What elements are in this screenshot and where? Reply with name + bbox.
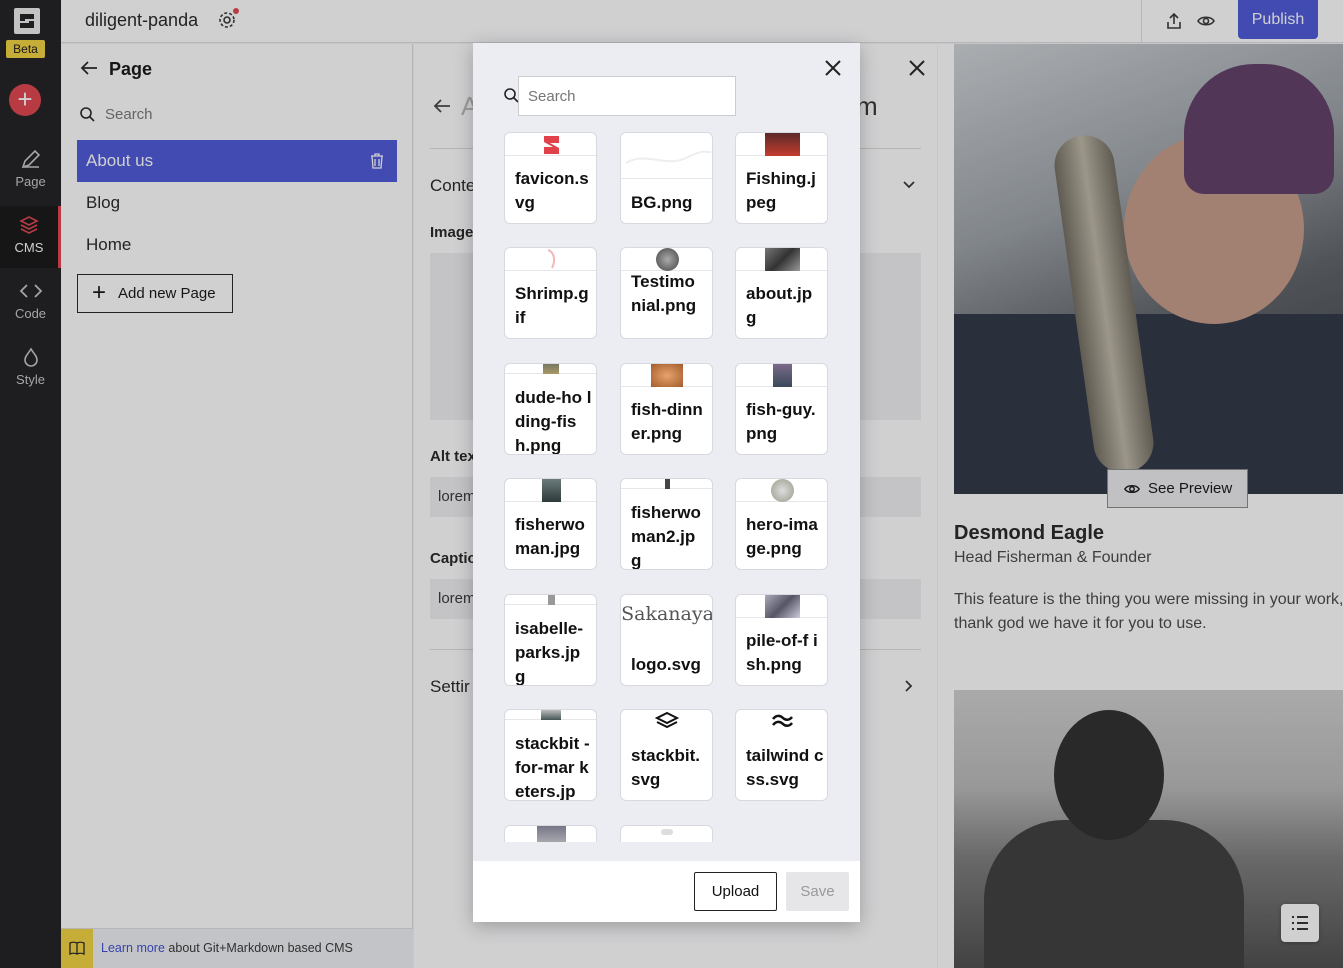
asset-name: stackbit. svg: [631, 746, 700, 789]
close-icon[interactable]: [823, 58, 843, 78]
asset-card[interactable]: Fishing.j peg: [735, 132, 828, 224]
asset-card[interactable]: stackbit. svg: [620, 709, 713, 801]
asset-card[interactable]: fish-dinn er.png: [620, 363, 713, 455]
asset-search-input[interactable]: [518, 76, 736, 116]
asset-thumbnail: [505, 710, 596, 720]
asset-card[interactable]: fish-guy. png: [735, 363, 828, 455]
asset-thumbnail: [736, 595, 827, 618]
asset-card[interactable]: Sakanaya logo.svg: [620, 594, 713, 686]
asset-card[interactable]: pile-of-f ish.png: [735, 594, 828, 686]
asset-thumbnail: [736, 479, 827, 502]
asset-name: dude-ho lding-fis h.png: [515, 388, 592, 455]
asset-thumbnail: [621, 364, 712, 387]
asset-thumbnail: [736, 248, 827, 271]
asset-name: pile-of-f ish.png: [746, 631, 818, 674]
asset-thumbnail: [621, 710, 712, 733]
asset-name: Fishing.j peg: [746, 169, 816, 212]
asset-thumbnail: [505, 479, 596, 502]
asset-name: fish-dinn er.png: [631, 400, 703, 443]
asset-thumbnail: [505, 595, 596, 605]
asset-name: Shrimp.g if: [515, 284, 589, 327]
search-icon: [504, 88, 519, 103]
asset-card[interactable]: isabelle- parks.jp g: [504, 594, 597, 686]
asset-thumbnail: [505, 364, 596, 374]
asset-card[interactable]: fisherwo man2.jp g: [620, 478, 713, 570]
asset-thumbnail: [621, 248, 712, 271]
asset-name: fisherwo man.jpg: [515, 515, 585, 558]
asset-thumbnail: [621, 133, 712, 179]
asset-card[interactable]: BG.png: [620, 132, 713, 224]
asset-card[interactable]: [620, 825, 713, 842]
asset-card[interactable]: hero-ima ge.png: [735, 478, 828, 570]
asset-thumbnail: [736, 710, 827, 733]
asset-name: BG.png: [631, 193, 693, 212]
asset-name: hero-ima ge.png: [746, 515, 818, 558]
asset-card[interactable]: dude-ho lding-fis h.png: [504, 363, 597, 455]
asset-name: fish-guy. png: [746, 400, 816, 443]
asset-card[interactable]: Testimo nial.png: [620, 247, 713, 339]
asset-name: stackbit -for-mar keters.jp: [515, 734, 590, 801]
asset-thumbnail: [621, 479, 712, 489]
asset-picker-modal: favicon.s vg BG.png Fishing.j peg Shrimp…: [473, 43, 860, 922]
asset-name: Testimo nial.png: [631, 272, 697, 315]
asset-name: isabelle- parks.jp g: [515, 619, 584, 686]
asset-card[interactable]: Shrimp.g if: [504, 247, 597, 339]
asset-card[interactable]: stackbit -for-mar keters.jp: [504, 709, 597, 801]
asset-grid: favicon.s vg BG.png Fishing.j peg Shrimp…: [504, 132, 834, 842]
asset-thumbnail: Sakanaya: [621, 595, 713, 641]
asset-name: about.jp g: [746, 284, 813, 327]
asset-thumbnail: [736, 133, 827, 156]
asset-card[interactable]: about.jp g: [735, 247, 828, 339]
asset-card[interactable]: [504, 825, 597, 842]
asset-thumbnail: [621, 826, 712, 842]
asset-name: favicon.s vg: [515, 169, 589, 212]
save-button[interactable]: Save: [786, 872, 849, 911]
asset-thumbnail: [505, 248, 596, 271]
asset-thumbnail: [505, 826, 596, 842]
asset-card[interactable]: tailwind css.svg: [735, 709, 828, 801]
upload-button[interactable]: Upload: [694, 872, 777, 911]
asset-card[interactable]: fisherwo man.jpg: [504, 478, 597, 570]
logo-thumbnail-text: Sakanaya: [621, 603, 713, 625]
asset-thumbnail: [505, 133, 596, 156]
modal-footer: Upload Save: [473, 861, 860, 922]
asset-name: tailwind css.svg: [746, 746, 824, 789]
asset-name: fisherwo man2.jp g: [631, 503, 701, 570]
asset-name: logo.svg: [631, 655, 701, 674]
asset-card[interactable]: favicon.s vg: [504, 132, 597, 224]
asset-thumbnail: [736, 364, 827, 387]
